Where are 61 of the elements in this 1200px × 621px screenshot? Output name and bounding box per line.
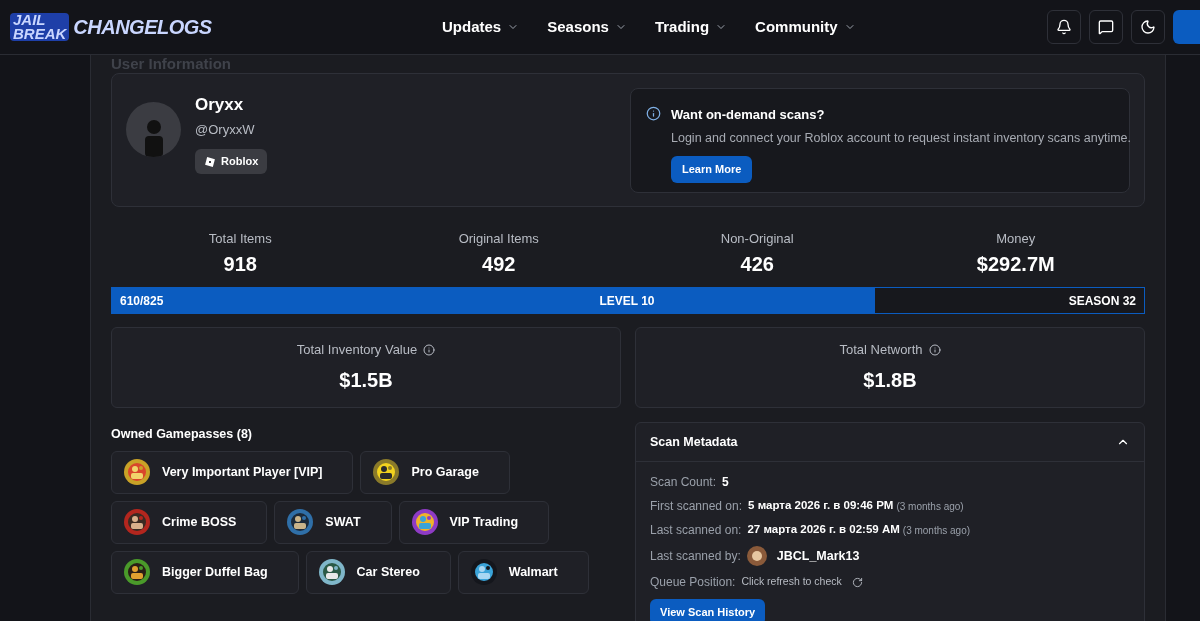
value-amount: $1.5B xyxy=(339,368,393,394)
field-value: 5 марта 2026 г. в 09:46 PM xyxy=(748,498,894,514)
gamepasses-title: Owned Gamepasses (8) xyxy=(111,426,254,443)
field-label: Last scanned on: xyxy=(650,522,742,539)
stat-label: Non-Original xyxy=(720,230,794,248)
level-label: LEVEL 10 xyxy=(599,292,655,310)
field-label: First scanned on: xyxy=(650,498,743,515)
notifications-button[interactable] xyxy=(1047,10,1081,44)
learn-more-button[interactable]: Learn More xyxy=(671,155,753,183)
nav-menu[interactable]: Trading xyxy=(654,15,728,39)
stat-value: 492 xyxy=(482,251,516,277)
stat-label: Original Items xyxy=(458,230,539,248)
roblox-icon xyxy=(204,155,216,168)
gamepass-chip[interactable]: Crime BOSS xyxy=(111,500,268,544)
nav-menu[interactable]: Community xyxy=(755,15,856,39)
field-label: Scan Count: xyxy=(650,474,717,491)
gamepass-chip[interactable]: Walmart xyxy=(457,550,589,594)
chat-icon xyxy=(1098,19,1114,35)
stat-label: Total Items xyxy=(208,230,272,248)
gamepass-chip[interactable]: Pro Garage xyxy=(360,450,510,494)
info-icon xyxy=(928,343,941,356)
messages-button[interactable] xyxy=(1089,10,1123,44)
value-label: Total Inventory Value xyxy=(296,340,418,359)
gamepass-chip[interactable]: Bigger Duffel Bag xyxy=(111,550,299,594)
relative-time: (3 months ago) xyxy=(896,499,964,514)
view-scan-history-button[interactable]: View Scan History xyxy=(650,599,766,621)
theme-button[interactable] xyxy=(1131,10,1165,44)
bell-icon xyxy=(1056,19,1072,35)
stat-label: Money xyxy=(996,230,1036,248)
platform-badge: Roblox xyxy=(195,149,268,174)
field-value: 5 xyxy=(722,474,729,491)
stat-value: 426 xyxy=(740,251,774,277)
field-value: 27 марта 2026 г. в 02:59 AM xyxy=(747,522,900,538)
field-label: Last scanned by: xyxy=(650,548,741,565)
accordion-header[interactable]: Scan Metadata xyxy=(636,423,1144,462)
nav-menu[interactable]: Updates xyxy=(442,15,520,39)
display-name: Oryxx xyxy=(195,94,245,116)
info-icon xyxy=(423,343,436,356)
field-label: Queue Position: xyxy=(650,574,736,591)
value-amount: $1.8B xyxy=(863,368,917,394)
value-label: Total Networth xyxy=(839,340,923,359)
stat-value: 918 xyxy=(223,251,257,277)
user-avatar-icon xyxy=(746,546,767,566)
promo-text: Login and connect your Roblox account to request instant inventory scans anytime. xyxy=(671,130,1131,147)
refresh-icon[interactable] xyxy=(851,576,863,588)
nav-menu[interactable]: Seasons xyxy=(547,15,627,39)
queue-status: Click refresh to check xyxy=(741,574,842,590)
gamepass-chip[interactable]: VIP Trading xyxy=(398,500,550,544)
scanner-name[interactable]: JBCL_Mark13 xyxy=(776,546,860,566)
stat-value: $292.7M xyxy=(976,251,1055,277)
season-label: SEASON 32 xyxy=(1068,292,1136,310)
logo[interactable]: JAIL BREAK xyxy=(10,13,70,41)
gamepass-chip[interactable]: Car Stereo xyxy=(305,550,451,594)
site-title[interactable]: CHANGELOGS xyxy=(73,12,212,42)
info-icon xyxy=(646,105,661,121)
promo-title: Want on-demand scans? xyxy=(671,105,826,124)
username: @OryxxW xyxy=(195,120,256,139)
gamepass-chip[interactable]: Very Important Player [VIP] xyxy=(111,450,354,494)
moon-icon xyxy=(1140,19,1156,35)
relative-time: (3 months ago) xyxy=(902,523,971,538)
gamepass-chip[interactable]: SWAT xyxy=(274,500,392,544)
